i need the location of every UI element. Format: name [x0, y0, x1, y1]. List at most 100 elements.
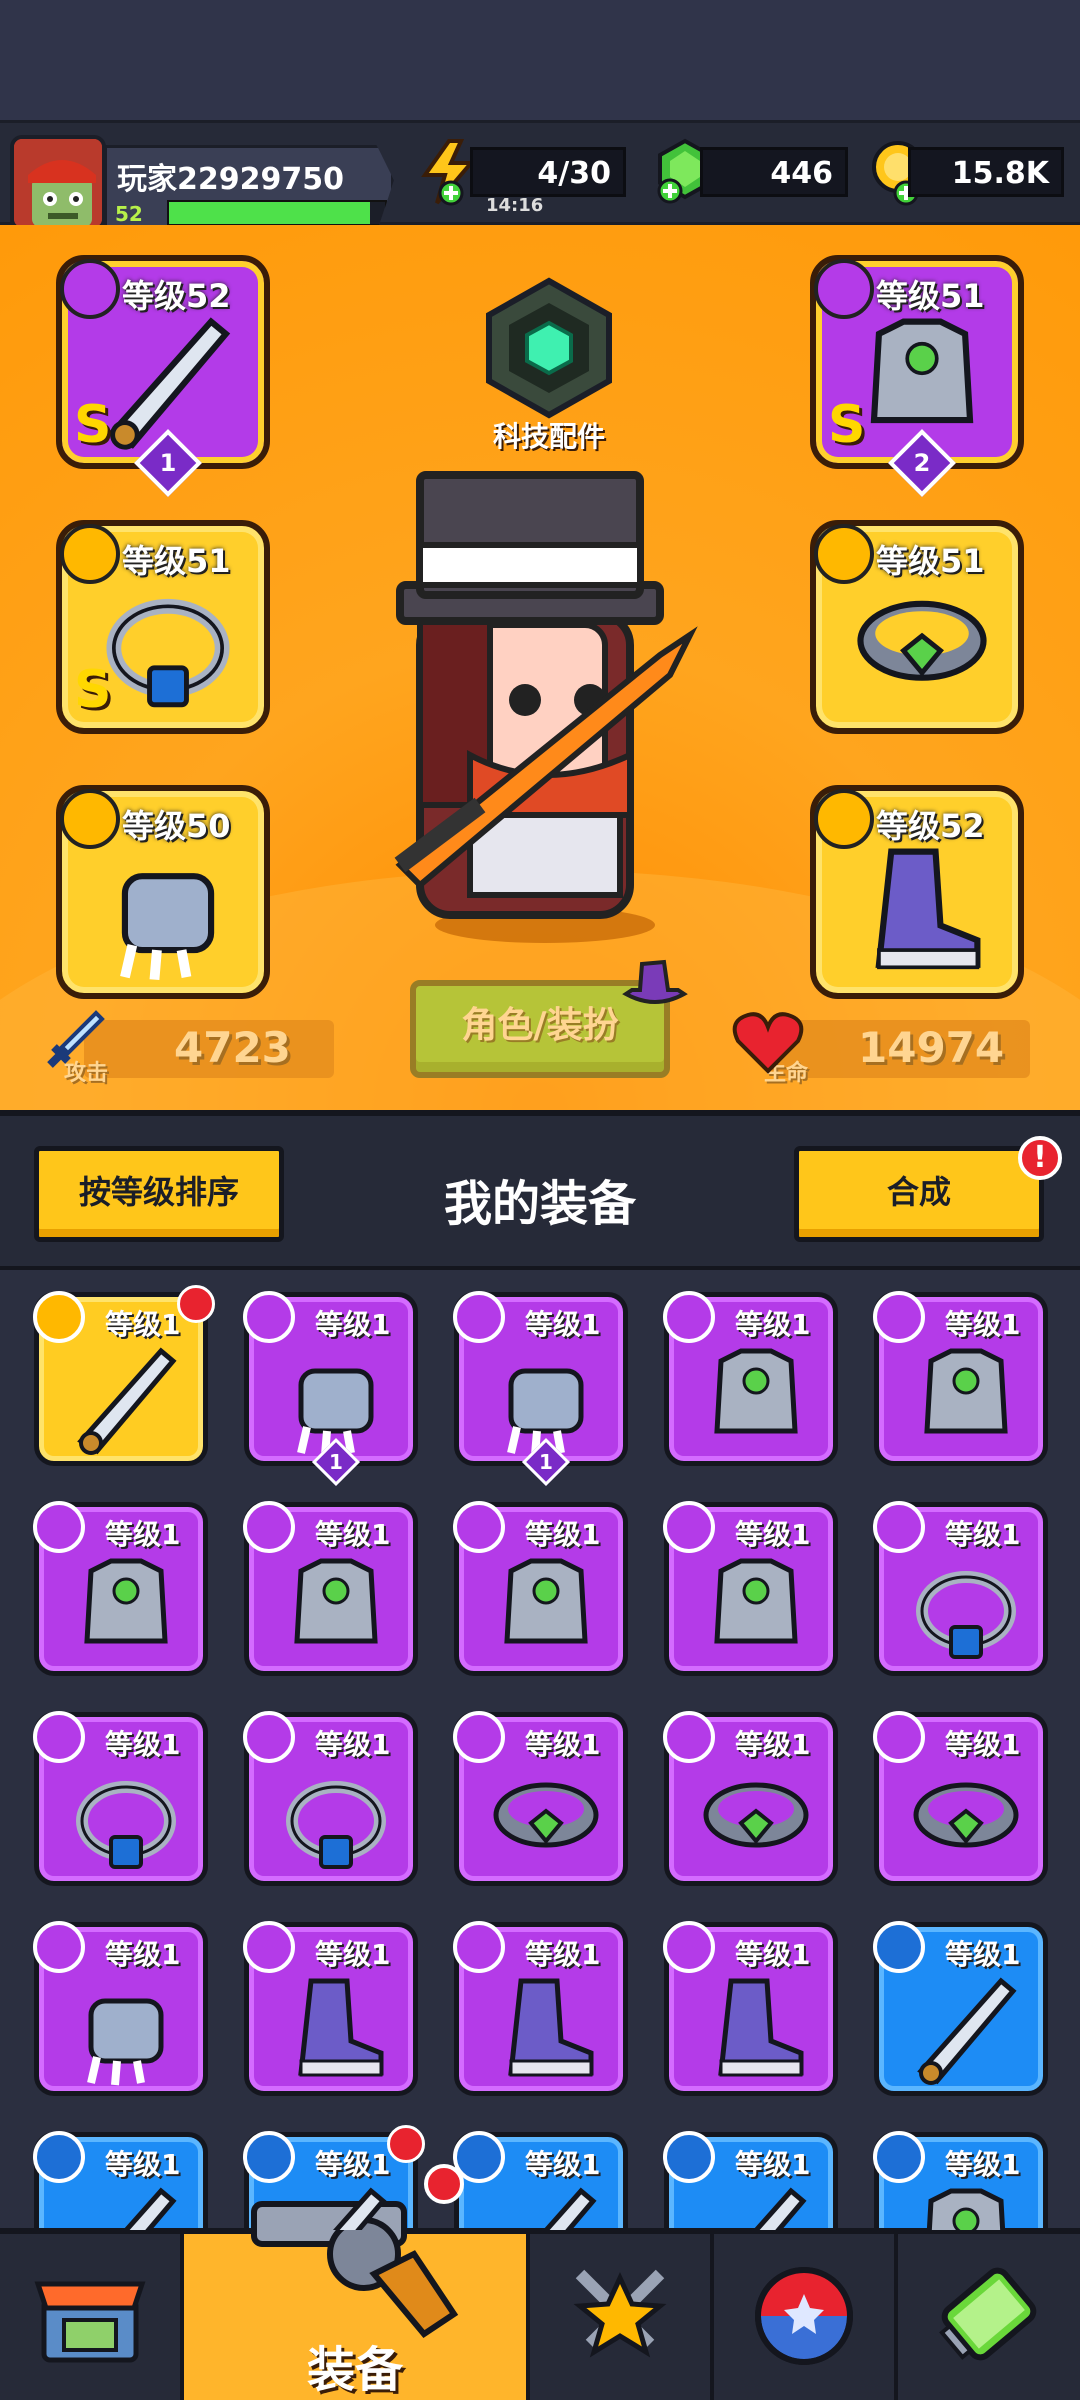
item-level: 等级1	[945, 1308, 1021, 1341]
inventory-item[interactable]: 等级1	[663, 1291, 838, 1466]
nav-tab-gacha[interactable]	[714, 2234, 898, 2400]
inventory-item[interactable]: 等级1	[33, 1285, 215, 1466]
inventory-item[interactable]: 等级1	[243, 2125, 425, 2230]
inventory-item[interactable]: 等级1	[33, 1921, 208, 2096]
avatar[interactable]	[10, 135, 106, 231]
equip-slot[interactable]: 等级50	[56, 785, 270, 999]
inventory-item[interactable]: 等级1	[663, 2131, 838, 2230]
item-type-badge	[243, 1711, 295, 1763]
boot-icon	[718, 1978, 804, 2077]
inventory-item[interactable]: 等级1	[453, 2131, 628, 2230]
coin-value: 15.8K	[951, 156, 1049, 191]
coin-counter[interactable]: 15.8K	[908, 147, 1064, 197]
equip-slot[interactable]: 等级51 S 2	[810, 255, 1024, 497]
inventory-item[interactable]: 等级1	[873, 1921, 1048, 2096]
item-type-badge	[243, 1921, 295, 1973]
inventory-header: 按等级排序 我的装备 合成 !	[0, 1110, 1080, 1270]
inventory-item[interactable]: 等级1	[33, 1711, 208, 1886]
item-type-badge	[33, 1921, 85, 1973]
inventory-item[interactable]: 等级1 1	[453, 1291, 628, 1487]
item-type-badge	[243, 1501, 295, 1553]
item-level: 等级1	[525, 1728, 601, 1761]
item-level: 等级1	[315, 1518, 391, 1551]
equipment-screen: 玩家22929750 52 4/30 14:16 446 15.8K 科技配件 …	[0, 0, 1080, 2400]
merge-button[interactable]: 合成	[794, 1146, 1044, 1242]
boot-icon	[298, 1978, 384, 2077]
glove-icon	[120, 873, 215, 981]
ring-icon	[916, 1571, 1016, 1659]
slot-level: 等级51	[876, 277, 985, 315]
item-level: 等级1	[525, 1938, 601, 1971]
inventory-item[interactable]: 等级1	[33, 2131, 208, 2230]
character-avatar[interactable]	[360, 455, 730, 955]
gacha-ball-icon	[755, 2267, 853, 2365]
tech-part-button[interactable]: 科技配件	[474, 273, 624, 453]
item-type-badge	[663, 1501, 715, 1553]
armor-icon	[294, 1558, 378, 1644]
item-type-badge	[33, 2131, 85, 2183]
boot-icon	[842, 827, 1002, 987]
item-level: 等级1	[105, 1518, 181, 1551]
inventory-item[interactable]: 等级1	[33, 1501, 208, 1676]
sort-by-level-button[interactable]: 按等级排序	[34, 1146, 284, 1242]
inventory-item[interactable]: 等级1	[663, 1921, 838, 2096]
equip-slot[interactable]: 等级52	[810, 785, 1024, 999]
inventory-item[interactable]: 等级1	[243, 1711, 418, 1886]
inventory-grid: 等级1 等级1 1 等级1 1 等级1 等级1 等级1 等级1 等级1 等级1 等级1 等级1 等级1 等级…	[0, 1270, 1080, 2230]
slot-type-badge	[814, 259, 874, 319]
inventory-item[interactable]: 等级1	[873, 1291, 1048, 1466]
armor-icon	[504, 1558, 588, 1644]
inventory-item[interactable]: 等级1	[453, 1501, 628, 1676]
equip-slot[interactable]: 等级51	[810, 520, 1024, 734]
inventory-item[interactable]: 等级1	[873, 1501, 1048, 1676]
glove-icon	[87, 1998, 164, 2086]
nav-tab-lab[interactable]	[898, 2234, 1080, 2400]
item-level: 等级1	[315, 1728, 391, 1761]
item-level: 等级1	[945, 1518, 1021, 1551]
slot-level: 等级52	[876, 807, 985, 845]
item-type-badge	[453, 1291, 505, 1343]
nav-tab-battle[interactable]	[530, 2234, 714, 2400]
weapon-icon	[917, 1977, 1017, 2085]
gem-counter[interactable]: 446	[700, 147, 848, 197]
inventory-title: 我的装备	[443, 1176, 636, 1232]
belt-icon	[913, 1782, 1019, 1848]
new-item-badge	[387, 2125, 425, 2163]
inventory-item[interactable]: 等级1	[663, 1501, 838, 1676]
inventory-item[interactable]: 等级1	[873, 2131, 1048, 2230]
gem-value: 446	[770, 156, 833, 191]
item-type-badge	[663, 1291, 715, 1343]
inventory-item[interactable]: 等级1 1	[243, 1291, 418, 1487]
item-star-count: 1	[539, 1450, 553, 1474]
inventory-item[interactable]: 等级1	[243, 1921, 418, 2096]
nav-tab-equipment[interactable]: 装备	[184, 2164, 530, 2400]
inventory-item[interactable]: 等级1	[243, 1501, 418, 1676]
item-type-badge	[33, 1291, 85, 1343]
inventory-item[interactable]: 等级1	[663, 1711, 838, 1886]
slot-type-badge	[814, 524, 874, 584]
equip-slot[interactable]: 等级51 S	[56, 520, 270, 734]
top-bar: 玩家22929750 52 4/30 14:16 446 15.8K	[0, 120, 1080, 233]
energy-timer: 14:16	[486, 195, 544, 216]
inventory-item[interactable]: 等级1	[453, 1711, 628, 1886]
item-level: 等级1	[525, 1518, 601, 1551]
armor-icon	[924, 1348, 1008, 1434]
item-level: 等级1	[105, 1308, 181, 1341]
inventory-item[interactable]: 等级1	[453, 1921, 628, 2096]
energy-value: 4/30	[537, 156, 611, 191]
player-info[interactable]: 玩家22929750 52	[104, 145, 394, 233]
ring-icon	[88, 562, 248, 722]
item-type-badge	[33, 1501, 85, 1553]
equip-slot[interactable]: 等级52 S 1	[56, 255, 270, 497]
item-level: 等级1	[105, 1938, 181, 1971]
item-type-badge	[873, 2131, 925, 2183]
item-level: 等级1	[105, 2148, 181, 2181]
attack-panel	[84, 1020, 334, 1078]
battle-icon	[573, 2269, 667, 2358]
shop-icon	[34, 2281, 146, 2363]
energy-counter[interactable]: 4/30	[470, 147, 626, 197]
inventory-item[interactable]: 等级1	[873, 1711, 1048, 1886]
slot-rank: S	[74, 395, 112, 455]
slot-level: 等级52	[122, 277, 231, 315]
nav-tab-shop[interactable]	[0, 2234, 184, 2400]
